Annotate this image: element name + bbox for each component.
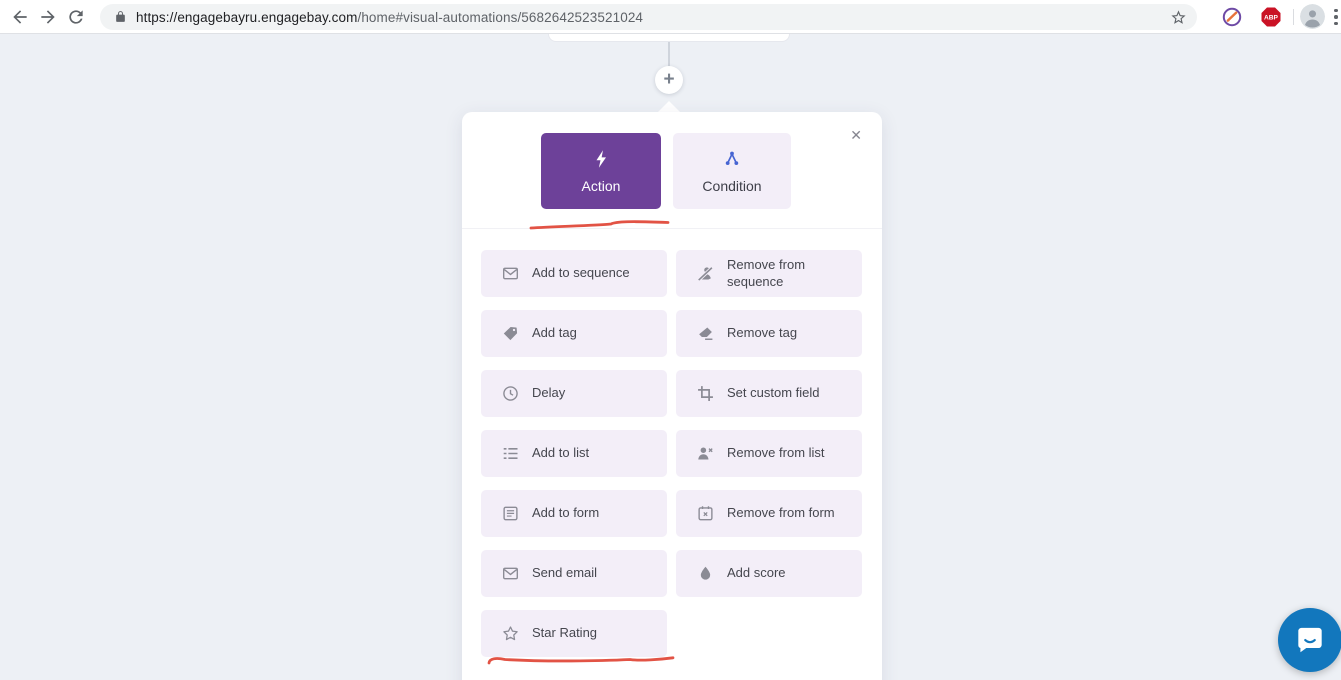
- lightning-icon: [591, 149, 611, 169]
- action-label: Set custom field: [727, 385, 820, 402]
- url-scheme: https://: [136, 10, 177, 25]
- popup-pointer: [658, 101, 680, 112]
- bookmark-star-icon[interactable]: [1170, 9, 1187, 26]
- person-x-icon: [697, 445, 714, 462]
- action-star-rating[interactable]: Star Rating: [481, 610, 667, 657]
- action-label: Remove from sequence: [727, 257, 854, 290]
- form-icon: [502, 505, 519, 522]
- action-label: Remove from form: [727, 505, 835, 522]
- action-send-email[interactable]: Send email: [481, 550, 667, 597]
- action-label: Star Rating: [532, 625, 597, 642]
- action-label: Add to sequence: [532, 265, 630, 282]
- action-delay[interactable]: Delay: [481, 370, 667, 417]
- flow-connector: [668, 42, 670, 67]
- popup-divider: [462, 228, 882, 229]
- actions-grid: Add to sequence Remove from sequence Add…: [481, 250, 862, 657]
- browser-toolbar: https://engagebayru.engagebay.com/home#v…: [0, 0, 1341, 34]
- person-slash-icon: [697, 265, 714, 282]
- adblock-icon[interactable]: ABP: [1260, 6, 1282, 28]
- reload-icon[interactable]: [66, 7, 86, 27]
- action-label: Add tag: [532, 325, 577, 342]
- envelope-icon: [502, 565, 519, 582]
- avatar-icon[interactable]: [1300, 4, 1325, 29]
- tab-action-label: Action: [582, 178, 621, 194]
- tag-icon: [502, 325, 519, 342]
- toolbar-separator: [1293, 9, 1294, 25]
- action-label: Add score: [727, 565, 786, 582]
- action-add-score[interactable]: Add score: [676, 550, 862, 597]
- crop-icon: [697, 385, 714, 402]
- close-icon[interactable]: ✕: [850, 128, 862, 142]
- action-add-to-sequence[interactable]: Add to sequence: [481, 250, 667, 297]
- action-label: Delay: [532, 385, 565, 402]
- chat-bubble-icon: [1293, 622, 1327, 659]
- action-remove-from-list[interactable]: Remove from list: [676, 430, 862, 477]
- address-bar[interactable]: https://engagebayru.engagebay.com/home#v…: [100, 4, 1197, 30]
- menu-icon[interactable]: [1334, 7, 1341, 27]
- action-add-to-list[interactable]: Add to list: [481, 430, 667, 477]
- action-add-tag[interactable]: Add tag: [481, 310, 667, 357]
- branch-icon: [722, 149, 742, 169]
- chat-widget-button[interactable]: [1278, 608, 1341, 672]
- tab-action[interactable]: Action: [541, 133, 661, 209]
- action-remove-from-form[interactable]: Remove from form: [676, 490, 862, 537]
- action-label: Remove from list: [727, 445, 825, 462]
- svg-text:ABP: ABP: [1264, 15, 1279, 22]
- star-icon: [502, 625, 519, 642]
- envelope-icon: [502, 265, 519, 282]
- action-set-custom-field[interactable]: Set custom field: [676, 370, 862, 417]
- clock-icon: [502, 385, 519, 402]
- extension-icon[interactable]: [1221, 6, 1243, 28]
- back-icon[interactable]: [10, 7, 30, 27]
- action-label: Add to list: [532, 445, 589, 462]
- action-label: Add to form: [532, 505, 599, 522]
- action-remove-tag[interactable]: Remove tag: [676, 310, 862, 357]
- list-icon: [502, 445, 519, 462]
- add-node-button[interactable]: +: [655, 66, 683, 94]
- action-label: Send email: [532, 565, 597, 582]
- url-domain: engagebayru.engagebay.com: [177, 10, 357, 25]
- calendar-x-icon: [697, 505, 714, 522]
- eraser-icon: [697, 325, 714, 342]
- tab-condition[interactable]: Condition: [673, 133, 791, 209]
- tab-condition-label: Condition: [702, 178, 761, 194]
- action-label: Remove tag: [727, 325, 797, 342]
- flow-node-partial[interactable]: [548, 34, 790, 42]
- url-path: /home#visual-automations/568264252352102…: [357, 10, 643, 25]
- lock-icon[interactable]: [114, 10, 127, 24]
- action-remove-from-sequence[interactable]: Remove from sequence: [676, 250, 862, 297]
- url-text: https://engagebayru.engagebay.com/home#v…: [136, 10, 1162, 25]
- forward-icon[interactable]: [38, 7, 58, 27]
- action-add-to-form[interactable]: Add to form: [481, 490, 667, 537]
- drop-icon: [697, 565, 714, 582]
- add-node-popup: ✕ Action Condition Add to sequence Remov…: [462, 112, 882, 680]
